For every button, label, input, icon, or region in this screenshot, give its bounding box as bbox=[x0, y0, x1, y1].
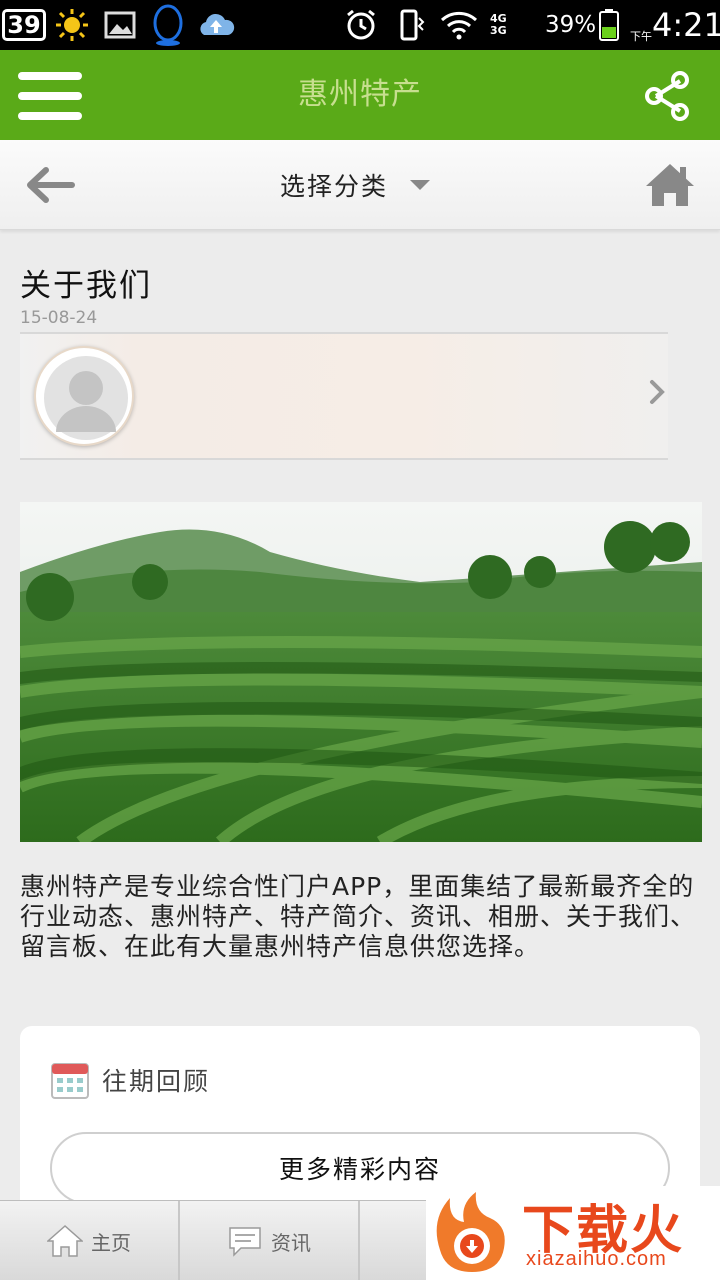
vibrate-icon bbox=[396, 0, 426, 50]
share-icon[interactable] bbox=[640, 68, 696, 124]
home-icon[interactable] bbox=[644, 162, 696, 208]
calendar-icon bbox=[50, 1060, 90, 1100]
qq-icon bbox=[150, 0, 186, 50]
article-content: 关于我们 15-08-24 惠州特产是专业综合性门户APP，里面集结了最新最齐全… bbox=[0, 230, 720, 1200]
author-row[interactable] bbox=[20, 332, 668, 460]
battery-icon bbox=[598, 0, 620, 50]
article-title: 关于我们 bbox=[20, 268, 152, 304]
category-dropdown[interactable]: 选择分类 bbox=[280, 140, 431, 230]
chevron-right-icon bbox=[648, 378, 666, 406]
app-header: 惠州特产 bbox=[0, 50, 720, 140]
app-title: 惠州特产 bbox=[298, 77, 422, 112]
notification-count-badge: 39 bbox=[2, 9, 46, 41]
watermark: 下载火 xiazaihuo.com bbox=[426, 1186, 720, 1280]
tab-news[interactable]: 资讯 bbox=[180, 1201, 360, 1280]
chat-icon bbox=[229, 1227, 261, 1257]
tab-home[interactable]: 主页 bbox=[0, 1201, 180, 1280]
category-label: 选择分类 bbox=[280, 172, 389, 201]
tea-plantation-image bbox=[20, 502, 702, 842]
clock-time: 4:21 bbox=[652, 6, 720, 44]
tab-news-label: 资讯 bbox=[271, 1230, 311, 1255]
avatar bbox=[34, 346, 134, 446]
back-arrow-icon[interactable] bbox=[22, 162, 78, 208]
sun-icon bbox=[54, 0, 90, 50]
history-label: 往期回顾 bbox=[102, 1067, 211, 1096]
ampm-label: 下午 bbox=[630, 30, 652, 43]
chevron-down-icon bbox=[410, 180, 431, 190]
article-body: 惠州特产是专业综合性门户APP，里面集结了最新最齐全的行业动态、惠州特产、特产简… bbox=[20, 872, 697, 961]
tab-home-label: 主页 bbox=[91, 1230, 131, 1255]
sub-navigation: 选择分类 bbox=[0, 140, 720, 230]
network-3g-label: 3G bbox=[490, 24, 507, 37]
menu-icon[interactable] bbox=[18, 72, 82, 120]
article-date: 15-08-24 bbox=[20, 308, 98, 328]
alarm-icon bbox=[344, 0, 378, 50]
cloud-upload-icon bbox=[196, 0, 236, 50]
watermark-domain: xiazaihuo.com bbox=[526, 1248, 667, 1270]
flame-logo-icon bbox=[430, 1190, 512, 1274]
signal-icon: 4G 3G bbox=[490, 0, 507, 50]
status-bar: 39 4G 3G 39% 下午 4:21 bbox=[0, 0, 720, 50]
history-card: 往期回顾 更多精彩内容 bbox=[20, 1026, 700, 1200]
home-icon bbox=[47, 1224, 83, 1257]
gallery-icon bbox=[104, 0, 136, 50]
wifi-icon bbox=[440, 0, 478, 50]
battery-percent: 39% bbox=[545, 12, 597, 38]
